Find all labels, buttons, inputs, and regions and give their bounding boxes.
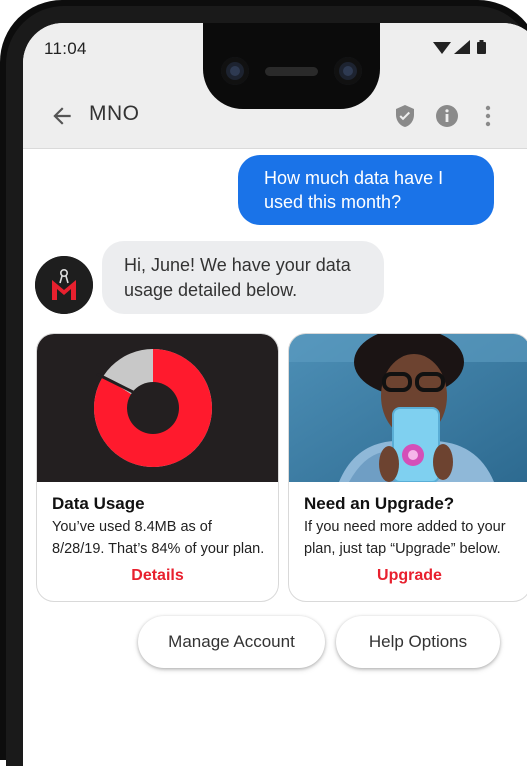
status-icons	[433, 40, 486, 54]
details-button[interactable]: Details	[37, 567, 278, 585]
help-options-chip[interactable]: Help Options	[336, 616, 500, 668]
wifi-icon	[433, 42, 451, 54]
card-description: You’ve used 8.4MB as of 8/28/19. That’s …	[52, 519, 265, 557]
upgrade-card[interactable]: Need an Upgrade? If you need more added …	[288, 333, 527, 602]
donut-hole	[127, 382, 179, 434]
battery-icon	[477, 42, 486, 54]
outgoing-message-text: How much data have I used this month?	[264, 168, 444, 212]
earpiece-speaker	[265, 67, 318, 76]
screen: 11:04 MNO How much data have I used this…	[23, 23, 527, 783]
shield-check-icon[interactable]	[393, 104, 417, 128]
back-arrow-icon[interactable]	[49, 103, 75, 129]
card-title: Need an Upgrade?	[304, 494, 455, 513]
conversation-title: MNO	[89, 102, 140, 125]
more-vert-icon[interactable]	[476, 104, 500, 128]
signal-icon	[454, 40, 470, 54]
manage-account-chip[interactable]: Manage Account	[138, 616, 325, 668]
card-title: Data Usage	[52, 494, 145, 513]
data-usage-card[interactable]: Data Usage You’ve used 8.4MB as of 8/28/…	[36, 333, 279, 602]
incoming-message-bubble[interactable]: Hi, June! We have your data usage detail…	[102, 241, 384, 314]
upgrade-button[interactable]: Upgrade	[289, 567, 527, 585]
data-usage-donut-chart	[37, 334, 278, 482]
outgoing-message-bubble[interactable]: How much data have I used this month?	[238, 155, 494, 225]
card-description: If you need more added to your plan, jus…	[304, 519, 506, 557]
camera-notch	[203, 23, 380, 109]
upgrade-photo-woman-with-phone	[289, 334, 527, 482]
info-icon[interactable]	[435, 104, 459, 128]
front-camera-left	[221, 57, 249, 85]
brand-avatar-logo	[35, 256, 93, 314]
incoming-message-text: Hi, June! We have your data usage detail…	[124, 254, 351, 300]
front-camera-right	[334, 57, 362, 85]
status-time: 11:04	[44, 39, 87, 58]
